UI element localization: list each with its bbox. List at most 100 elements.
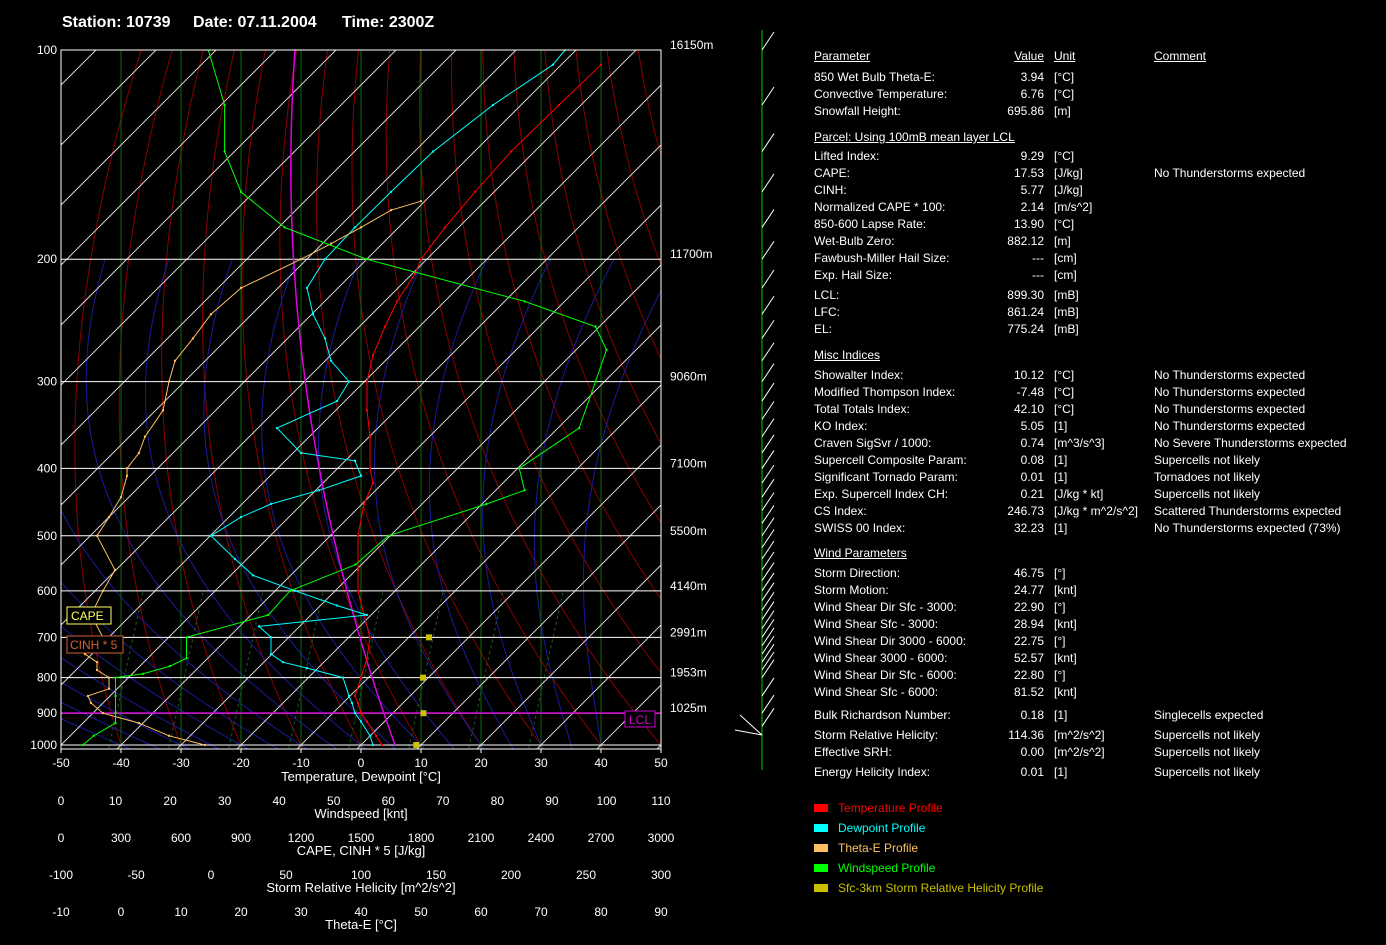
header-comment: Comment bbox=[1154, 49, 1207, 63]
param-value: 0.74 bbox=[1020, 436, 1044, 450]
param-unit: [°] bbox=[1054, 634, 1066, 648]
profile-line bbox=[210, 50, 566, 746]
param-value: 22.80 bbox=[1013, 668, 1044, 682]
param-value: 0.08 bbox=[1020, 453, 1044, 467]
param-name: Storm Direction: bbox=[814, 566, 901, 580]
param-value: 9.29 bbox=[1020, 149, 1044, 163]
wind-barb bbox=[761, 651, 775, 671]
legend-swatch bbox=[814, 864, 828, 872]
param-unit: [1] bbox=[1054, 708, 1068, 722]
wind-barb bbox=[761, 320, 775, 339]
station-label: Station: 10739 bbox=[62, 14, 171, 31]
secondary-tick-label: 2700 bbox=[588, 831, 615, 845]
height-label: 9060m bbox=[670, 370, 707, 384]
height-label: 4140m bbox=[670, 579, 707, 593]
secondary-tick-label: 110 bbox=[651, 794, 670, 808]
secondary-tick-label: 80 bbox=[491, 794, 505, 808]
param-value: 24.77 bbox=[1013, 583, 1044, 597]
height-label: 7100m bbox=[670, 456, 707, 470]
temp-tick-label: 20 bbox=[474, 756, 488, 770]
param-unit: [°] bbox=[1054, 668, 1066, 682]
pressure-tick-label: 800 bbox=[37, 671, 57, 685]
param-name: CAPE: bbox=[814, 166, 851, 180]
param-value: 13.90 bbox=[1013, 217, 1044, 231]
param-unit: [mB] bbox=[1054, 322, 1079, 336]
param-name: LFC: bbox=[814, 305, 841, 319]
param-comment: No Thunderstorms expected bbox=[1154, 385, 1306, 399]
wind-barb bbox=[761, 173, 775, 193]
profile-line bbox=[354, 64, 602, 746]
param-value: 42.10 bbox=[1013, 402, 1044, 416]
param-unit: [mB] bbox=[1054, 288, 1079, 302]
param-comment: No Thunderstorms expected bbox=[1154, 419, 1306, 433]
param-unit: [mB] bbox=[1054, 305, 1079, 319]
param-name: Lifted Index: bbox=[814, 149, 880, 163]
dry-adiabat bbox=[385, 50, 605, 749]
param-value: 10.12 bbox=[1013, 368, 1044, 382]
param-unit: [°C] bbox=[1054, 385, 1075, 399]
secondary-tick-label: 90 bbox=[545, 794, 559, 808]
moist-adiabat bbox=[61, 718, 132, 749]
pressure-tick-label: 1000 bbox=[30, 738, 57, 752]
param-value: 52.57 bbox=[1013, 651, 1044, 665]
param-unit: [°C] bbox=[1054, 402, 1075, 416]
secondary-tick-label: 100 bbox=[596, 794, 616, 808]
param-unit: [1] bbox=[1054, 521, 1068, 535]
wind-barb bbox=[761, 342, 775, 362]
param-value: 0.01 bbox=[1020, 765, 1044, 779]
wind-barb bbox=[761, 209, 775, 228]
param-unit: [°C] bbox=[1054, 70, 1075, 84]
param-value: 6.76 bbox=[1020, 87, 1044, 101]
param-unit: [knt] bbox=[1054, 583, 1077, 597]
wind-barb bbox=[761, 582, 775, 601]
param-value: -7.48 bbox=[1016, 385, 1044, 399]
isotherm bbox=[176, 264, 661, 749]
wind-barb bbox=[761, 418, 775, 437]
secondary-axis-label: Theta-E [°C] bbox=[325, 917, 397, 932]
param-value: 0.00 bbox=[1020, 745, 1044, 759]
height-label: 16150m bbox=[670, 38, 713, 52]
secondary-axis-label: Windspeed [knt] bbox=[314, 806, 407, 821]
param-unit: [m^2/s^2] bbox=[1054, 745, 1105, 759]
param-name: CINH: bbox=[814, 183, 847, 197]
wind-barb bbox=[761, 240, 775, 260]
param-name: SWISS 00 Index: bbox=[814, 521, 906, 535]
srh-marker bbox=[426, 634, 432, 641]
mixing-ratio-line bbox=[288, 590, 324, 749]
legend-label: Sfc-3km Storm Relative Helicity Profile bbox=[838, 881, 1044, 895]
srh-marker bbox=[420, 674, 426, 681]
param-comment: No Thunderstorms expected bbox=[1154, 402, 1306, 416]
secondary-tick-label: 90 bbox=[654, 905, 668, 919]
temp-tick-label: 0 bbox=[358, 756, 365, 770]
secondary-tick-label: -100 bbox=[49, 868, 73, 882]
param-value: 0.21 bbox=[1020, 487, 1044, 501]
wind-barb bbox=[761, 572, 775, 592]
temp-tick-label: -30 bbox=[172, 756, 190, 770]
param-value: 28.94 bbox=[1013, 617, 1044, 631]
wind-barb bbox=[761, 551, 775, 571]
param-unit: [m/s^2] bbox=[1054, 200, 1093, 214]
wind-barb bbox=[761, 86, 775, 106]
temp-tick-label: -20 bbox=[232, 756, 250, 770]
height-label: 5500m bbox=[670, 524, 707, 538]
wind-barb bbox=[761, 363, 775, 382]
mixing-ratio-line bbox=[168, 590, 204, 749]
param-unit: [m^2/s^2] bbox=[1054, 728, 1105, 742]
wind-section-title: Wind Parameters bbox=[814, 546, 907, 560]
height-label: 1025m bbox=[670, 701, 707, 715]
param-unit: [J/kg * m^2/s^2] bbox=[1054, 504, 1138, 518]
param-unit: [m] bbox=[1054, 234, 1071, 248]
secondary-tick-label: 3000 bbox=[648, 831, 675, 845]
secondary-tick-label: 0 bbox=[58, 831, 65, 845]
param-comment: No Thunderstorms expected bbox=[1154, 368, 1306, 382]
pressure-tick-label: 500 bbox=[37, 529, 57, 543]
srh-marker bbox=[420, 710, 427, 717]
secondary-tick-label: 2100 bbox=[468, 831, 495, 845]
param-value: 5.05 bbox=[1020, 419, 1044, 433]
parcel-curve bbox=[290, 50, 396, 746]
lcl-label: LCL bbox=[629, 713, 651, 727]
wind-barb bbox=[761, 659, 775, 678]
param-value: 114.36 bbox=[1008, 728, 1044, 742]
param-name: Craven SigSvr / 1000: bbox=[814, 436, 932, 450]
wind-barb bbox=[761, 401, 775, 420]
